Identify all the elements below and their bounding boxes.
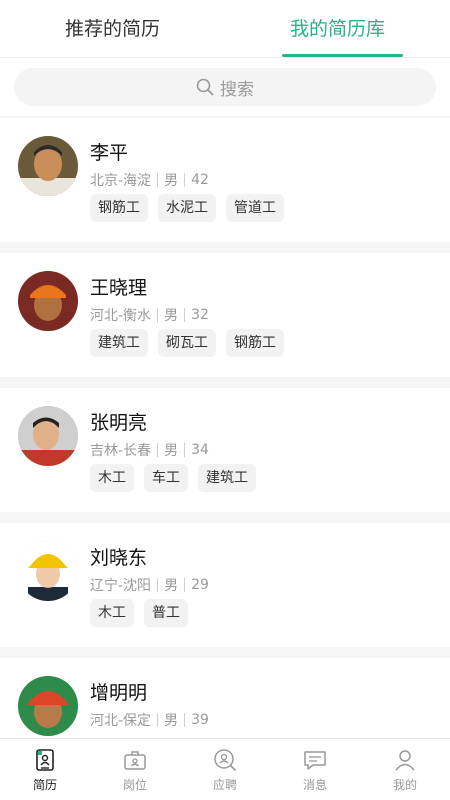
search-placeholder: 搜索 — [220, 79, 254, 100]
resume-icon — [36, 749, 54, 771]
candidate-location: 辽宁-沈阳 — [90, 578, 152, 594]
candidate-name: 刘晓东 — [90, 547, 148, 569]
nav-item-resume[interactable]: 简历 — [0, 739, 90, 800]
avatar — [18, 136, 78, 196]
search-input[interactable]: 搜索 — [14, 68, 436, 106]
candidate-age: 29 — [191, 577, 209, 593]
avatar — [18, 406, 78, 466]
divider — [184, 443, 186, 457]
candidate-gender: 男 — [164, 308, 179, 324]
briefcase-icon — [124, 751, 146, 770]
nav-label: 简历 — [32, 778, 57, 792]
divider — [184, 308, 186, 322]
tab-my-resume-library[interactable]: 我的简历库 — [225, 0, 450, 57]
divider — [157, 173, 159, 187]
skill-tag: 钢筋工 — [90, 194, 148, 222]
skill-tags: 木工 车工 建筑工 — [90, 464, 256, 492]
candidate-name: 增明明 — [90, 682, 148, 704]
divider — [184, 578, 186, 592]
skill-tags: 钢筋工 水泥工 管道工 — [90, 194, 284, 222]
message-icon — [304, 751, 326, 770]
skill-tags: 建筑工 砌瓦工 钢筋工 — [90, 329, 284, 357]
candidate-gender: 男 — [164, 443, 179, 459]
search-bar-container: 搜索 — [0, 58, 450, 116]
candidate-age: 42 — [191, 172, 209, 188]
top-tabs: 推荐的简历 我的简历库 — [0, 0, 450, 58]
tab-recommended-resumes[interactable]: 推荐的简历 — [0, 0, 225, 57]
search-person-icon — [214, 749, 236, 771]
candidate-meta: 河北-衡水 男 32 — [90, 305, 209, 325]
divider — [157, 713, 159, 727]
candidate-name: 李平 — [90, 142, 129, 164]
candidate-gender: 男 — [164, 578, 179, 594]
list-item[interactable]: 刘晓东 辽宁-沈阳 男 29 木工 普工 — [0, 523, 450, 647]
nav-item-messages[interactable]: 消息 — [270, 739, 360, 800]
list-item[interactable]: 张明亮 吉林-长春 男 34 木工 车工 建筑工 — [0, 388, 450, 512]
candidate-meta: 吉林-长春 男 34 — [90, 440, 209, 460]
skill-tag: 木工 — [90, 599, 134, 627]
candidate-age: 39 — [191, 712, 209, 728]
divider — [157, 578, 159, 592]
nav-label: 应聘 — [212, 778, 237, 792]
candidate-location: 北京-海淀 — [90, 173, 152, 189]
list-item[interactable]: 王晓理 河北-衡水 男 32 建筑工 砌瓦工 钢筋工 — [0, 253, 450, 377]
skill-tag: 砌瓦工 — [158, 329, 216, 357]
candidate-location: 河北-保定 — [90, 713, 152, 729]
nav-label: 我的 — [392, 778, 417, 792]
nav-item-applications[interactable]: 应聘 — [180, 739, 270, 800]
bottom-nav: 简历 岗位 应聘 消息 我的 — [0, 738, 450, 800]
candidate-meta: 北京-海淀 男 42 — [90, 170, 209, 190]
candidate-age: 34 — [191, 442, 209, 458]
app-screen: 推荐的简历 我的简历库 搜索 李平 北京-海淀 男 42 钢筋工 水泥工 管道工… — [0, 0, 450, 800]
skill-tags: 木工 普工 — [90, 599, 188, 627]
avatar — [18, 676, 78, 736]
divider — [184, 173, 186, 187]
skill-tag: 管道工 — [226, 194, 284, 222]
nav-label: 消息 — [302, 778, 327, 792]
candidate-gender: 男 — [164, 173, 179, 189]
candidate-meta: 辽宁-沈阳 男 29 — [90, 575, 209, 595]
divider — [184, 713, 186, 727]
nav-item-jobs[interactable]: 岗位 — [90, 739, 180, 800]
candidate-name: 王晓理 — [90, 277, 148, 299]
skill-tag: 水泥工 — [158, 194, 216, 222]
profile-icon — [395, 750, 415, 771]
list-item[interactable]: 李平 北京-海淀 男 42 钢筋工 水泥工 管道工 — [0, 118, 450, 242]
candidate-location: 河北-衡水 — [90, 308, 152, 324]
avatar — [18, 271, 78, 331]
skill-tag: 普工 — [144, 599, 188, 627]
skill-tag: 车工 — [144, 464, 188, 492]
divider — [157, 443, 159, 457]
nav-label: 岗位 — [122, 778, 147, 792]
search-icon — [196, 78, 214, 96]
skill-tag: 建筑工 — [198, 464, 256, 492]
skill-tag: 建筑工 — [90, 329, 148, 357]
divider — [157, 308, 159, 322]
nav-item-me[interactable]: 我的 — [360, 739, 450, 800]
skill-tag: 钢筋工 — [226, 329, 284, 357]
avatar — [18, 541, 78, 601]
candidate-name: 张明亮 — [90, 412, 148, 434]
resume-list: 李平 北京-海淀 男 42 钢筋工 水泥工 管道工 王晓理 河北-衡水 男 32… — [0, 118, 450, 793]
skill-tag: 木工 — [90, 464, 134, 492]
candidate-location: 吉林-长春 — [90, 443, 152, 459]
candidate-gender: 男 — [164, 713, 179, 729]
candidate-meta: 河北-保定 男 39 — [90, 710, 209, 730]
candidate-age: 32 — [191, 307, 209, 323]
